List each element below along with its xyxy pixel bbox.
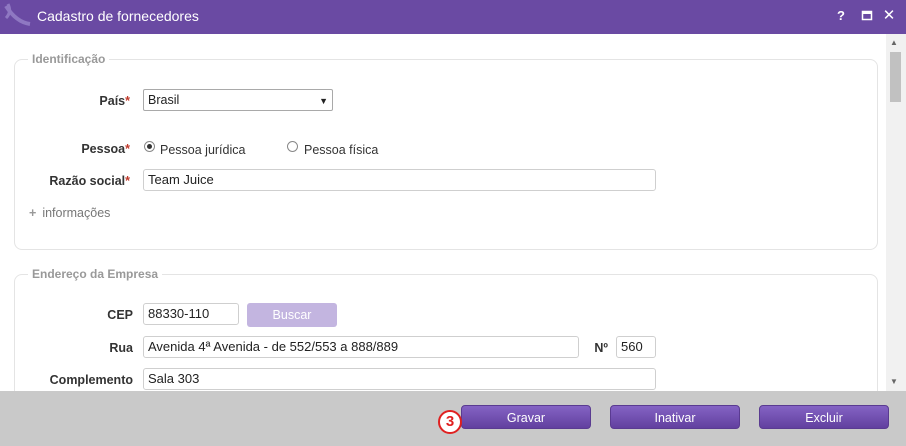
complemento-label: Complemento bbox=[49, 373, 133, 387]
maximize-icon[interactable] bbox=[857, 5, 877, 27]
numero-input[interactable]: 560 bbox=[616, 336, 656, 358]
scroll-down-icon[interactable]: ▼ bbox=[890, 377, 898, 386]
endereco-legend: Endereço da Empresa bbox=[32, 267, 159, 281]
rua-label: Rua bbox=[109, 341, 133, 355]
razao-social-label: Razão social* bbox=[30, 174, 130, 188]
radio-pessoa-fisica-label[interactable]: Pessoa física bbox=[304, 143, 378, 157]
required-mark: * bbox=[125, 142, 130, 156]
help-icon[interactable]: ? bbox=[831, 5, 851, 27]
razao-social-input[interactable]: Team Juice bbox=[143, 169, 656, 191]
app-logo-icon bbox=[4, 3, 31, 26]
rua-input[interactable]: Avenida 4ª Avenida - de 552/553 a 888/88… bbox=[143, 336, 579, 358]
inativar-button[interactable]: Inativar bbox=[610, 405, 740, 429]
chevron-down-icon: ▼ bbox=[319, 96, 328, 106]
required-mark: * bbox=[125, 174, 130, 188]
cep-input[interactable]: 88330-110 bbox=[143, 303, 239, 325]
close-icon[interactable]: ✕ bbox=[879, 5, 899, 27]
razao-social-label-text: Razão social bbox=[49, 174, 126, 188]
scroll-up-icon[interactable]: ▲ bbox=[890, 38, 898, 47]
numero-label: Nº bbox=[594, 341, 608, 355]
mais-informacoes-label: informações bbox=[42, 206, 111, 220]
scrollbar-thumb[interactable] bbox=[890, 52, 901, 102]
pessoa-label: Pessoa* bbox=[40, 142, 130, 156]
dialog-title: Cadastro de fornecedores bbox=[37, 8, 199, 24]
pais-label-text: País bbox=[99, 94, 126, 108]
pessoa-label-text: Pessoa bbox=[81, 142, 126, 156]
pais-select-value: Brasil bbox=[148, 93, 180, 107]
form-content: Identificação País* Brasil ▼ Pessoa* Pes… bbox=[0, 34, 906, 391]
buscar-button[interactable]: Buscar bbox=[247, 303, 337, 327]
plus-icon: + bbox=[29, 206, 37, 220]
required-mark: * bbox=[125, 94, 130, 108]
excluir-button[interactable]: Excluir bbox=[759, 405, 889, 429]
complemento-input[interactable]: Sala 303 bbox=[143, 368, 656, 390]
identificacao-legend: Identificação bbox=[32, 52, 106, 66]
step-marker-badge: 3 bbox=[438, 410, 462, 434]
cep-label: CEP bbox=[107, 308, 133, 322]
vertical-scrollbar[interactable]: ▲ ▼ bbox=[886, 34, 906, 391]
gravar-button[interactable]: Gravar bbox=[461, 405, 591, 429]
dialog-footer: Gravar Inativar Excluir 3 bbox=[0, 391, 906, 446]
identificacao-group: Identificação bbox=[14, 52, 878, 250]
radio-pessoa-juridica[interactable] bbox=[144, 141, 155, 152]
pais-label: País* bbox=[60, 94, 130, 108]
radio-pessoa-fisica[interactable] bbox=[287, 141, 298, 152]
mais-informacoes-link[interactable]: + informações bbox=[29, 206, 110, 220]
pais-select[interactable]: Brasil ▼ bbox=[143, 89, 333, 111]
titlebar: Cadastro de fornecedores ? ✕ bbox=[0, 0, 906, 34]
radio-pessoa-juridica-label[interactable]: Pessoa jurídica bbox=[160, 143, 245, 157]
supplier-dialog: Cadastro de fornecedores ? ✕ Identificaç… bbox=[0, 0, 906, 446]
